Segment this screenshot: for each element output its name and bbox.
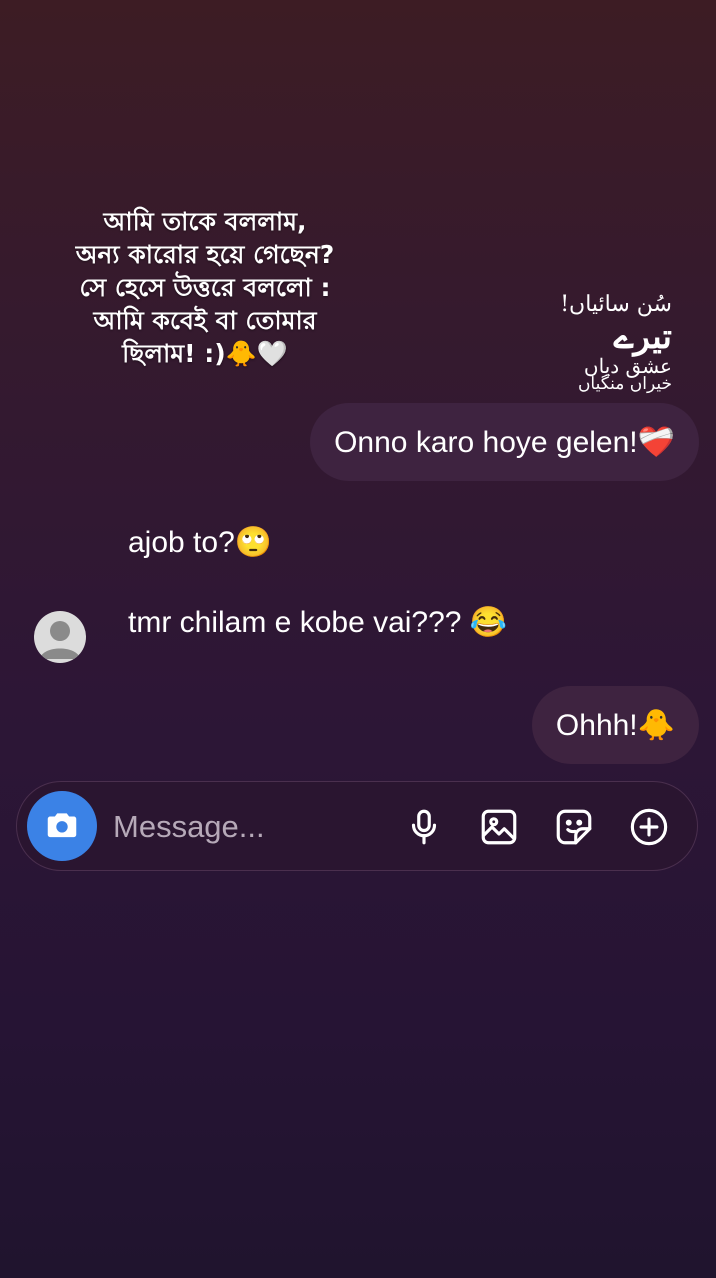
message-text: Ohhh!🐥 — [555, 708, 675, 742]
avatar-placeholder-icon — [40, 621, 80, 659]
camera-button[interactable] — [27, 791, 97, 861]
received-message[interactable]: ajob to?🙄 — [128, 525, 272, 560]
received-message[interactable]: tmr chilam e kobe vai??? 😂 — [128, 605, 507, 640]
urdu-line-1: سُن سائیاں! — [560, 292, 672, 317]
urdu-line-2: تیرے — [613, 317, 672, 357]
overlay-bengali-caption: আমি তাকে বললাম, অন্য কারোর হয়ে গেছেন? স… — [75, 207, 335, 368]
sender-avatar[interactable] — [34, 611, 86, 663]
sent-message-bubble[interactable]: Onno karo hoye gelen!❤️‍🩹 — [310, 403, 699, 481]
camera-icon — [47, 813, 77, 838]
urdu-line-4: خیراں منگیاں — [577, 374, 672, 394]
message-text: ajob to?🙄 — [128, 526, 273, 559]
urdu-line-3: عشق دیاں — [583, 354, 672, 378]
plus-circle-icon[interactable] — [628, 806, 670, 848]
message-composer: Message... — [16, 781, 698, 871]
message-text: Onno karo hoye gelen!❤️‍🩹 — [334, 425, 675, 459]
message-input[interactable]: Message... — [113, 809, 265, 845]
sent-message-bubble[interactable]: Ohhh!🐥 — [531, 686, 699, 764]
image-icon[interactable] — [478, 806, 520, 848]
message-text: tmr chilam e kobe vai??? 😂 — [128, 606, 508, 639]
overlay-urdu-caption: سُن سائیاں! تیرے عشق دیاں خیراں منگیاں — [472, 294, 672, 393]
sticker-icon[interactable] — [553, 806, 595, 848]
microphone-icon[interactable] — [403, 806, 445, 848]
